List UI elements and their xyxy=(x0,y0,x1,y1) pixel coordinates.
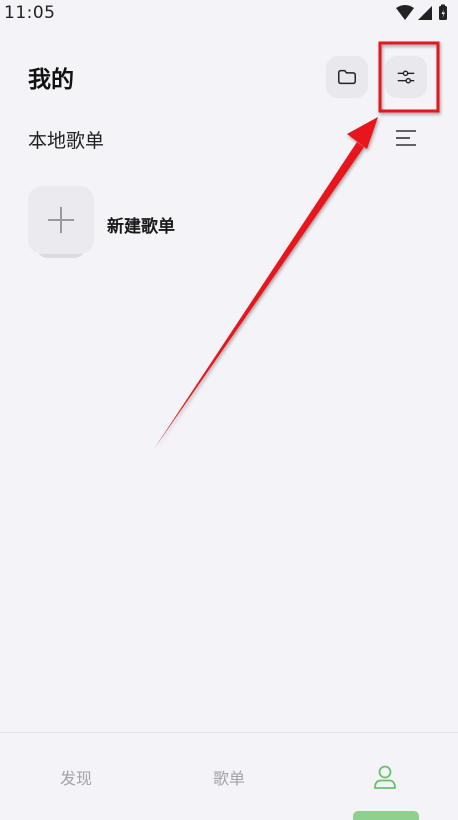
sort-button[interactable] xyxy=(390,124,422,152)
tab-discover[interactable]: 发现 xyxy=(0,733,152,820)
folder-icon xyxy=(338,69,356,85)
tab-playlist[interactable]: 歌单 xyxy=(153,733,305,820)
settings-button[interactable] xyxy=(385,56,427,98)
sort-list-icon xyxy=(396,130,416,146)
annotation-arrow xyxy=(154,117,378,449)
folder-button[interactable] xyxy=(326,56,368,98)
status-icons xyxy=(396,4,447,20)
wifi-icon xyxy=(396,5,414,20)
new-playlist-item[interactable]: 新建歌单 xyxy=(28,186,288,262)
plus-icon xyxy=(48,207,74,233)
tab-mine[interactable] xyxy=(309,733,458,820)
settings-sliders-icon xyxy=(397,70,415,84)
status-bar: 11:05 xyxy=(0,0,458,28)
bottom-nav: 发现 歌单 xyxy=(0,732,458,820)
person-icon xyxy=(374,765,396,789)
new-playlist-label: 新建歌单 xyxy=(107,217,175,237)
cellular-signal-icon xyxy=(418,6,432,20)
status-time: 11:05 xyxy=(4,3,56,23)
annotation-overlay xyxy=(154,41,440,449)
page-title: 我的 xyxy=(28,67,74,93)
tab-discover-label: 发现 xyxy=(59,769,92,788)
section-title: 本地歌单 xyxy=(28,130,105,152)
active-tab-indicator xyxy=(353,811,419,820)
new-playlist-cover xyxy=(28,186,94,254)
battery-icon xyxy=(439,4,447,20)
tab-playlist-label: 歌单 xyxy=(212,769,245,788)
